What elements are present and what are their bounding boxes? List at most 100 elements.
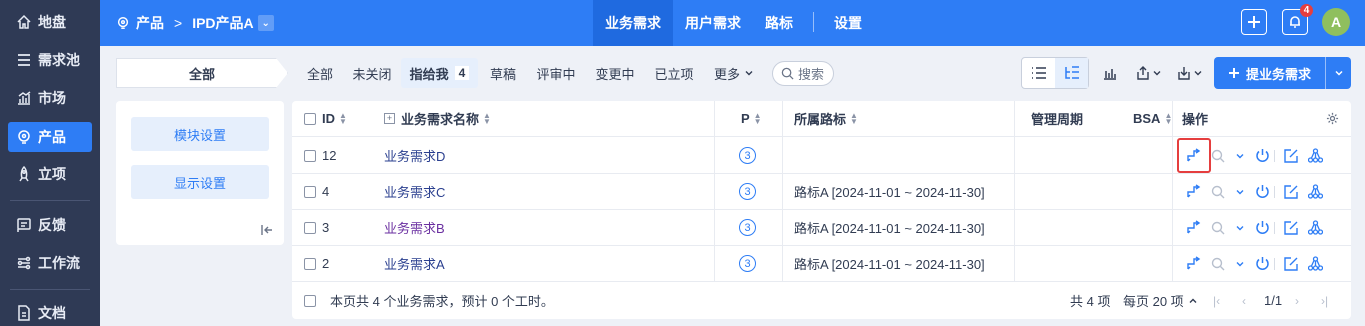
sidebar-item-docs[interactable]: 文档 (8, 298, 92, 326)
sidebar-item-workflow[interactable]: 工作流 (8, 248, 92, 278)
filter-open[interactable]: 未关闭 (347, 58, 397, 88)
search-icon[interactable] (1210, 148, 1226, 164)
filter-changing[interactable]: 变更中 (590, 58, 640, 88)
header-name[interactable]: + 业务需求名称 ▲ ▼ (384, 101, 491, 136)
header-roadmap[interactable]: 所属路标 ▲ ▼ (794, 101, 858, 136)
notifications-button[interactable]: 4 (1282, 4, 1313, 35)
per-page-select[interactable]: 每页 20 项 (1123, 291, 1198, 310)
breakdown-icon[interactable] (1307, 148, 1323, 164)
chevron-down-icon[interactable]: ⌄ (257, 15, 274, 31)
tab-roadmap[interactable]: 路标 (753, 0, 805, 46)
filter-more[interactable]: 更多 (708, 58, 760, 88)
filter-reviewing[interactable]: 评审中 (531, 58, 581, 88)
sidebar-item-project[interactable]: 立项 (8, 159, 92, 189)
header-priority[interactable]: P ▲ ▼ (741, 101, 762, 136)
requirement-link[interactable]: 业务需求B (384, 218, 445, 237)
tab-settings[interactable]: 设置 (822, 0, 874, 46)
track-icon[interactable] (1185, 256, 1201, 272)
filter-assigned-to-me[interactable]: 指给我 4 (401, 58, 478, 88)
first-page-icon[interactable]: |‹ (1213, 294, 1220, 308)
list-view-button[interactable] (1022, 58, 1055, 88)
chevron-down-icon[interactable] (1232, 148, 1248, 164)
sidebar-item-pool[interactable]: 需求池 (8, 45, 92, 75)
table-row[interactable]: 4 业务需求C 3 路标A [2024-11-01 ~ 2024-11-30] (292, 174, 1351, 210)
row-actions (1185, 246, 1323, 281)
search-button[interactable]: 搜索 (772, 61, 834, 86)
track-icon[interactable] (1185, 220, 1201, 236)
filter-approved[interactable]: 已立项 (649, 58, 699, 88)
doc-icon (18, 305, 30, 321)
home-icon (17, 14, 31, 29)
sidebar-item-product[interactable]: 产品 (8, 122, 92, 152)
track-icon[interactable] (1185, 184, 1201, 200)
avatar[interactable]: A (1322, 8, 1350, 36)
prev-page-icon[interactable]: ‹ (1242, 294, 1246, 308)
select-page-checkbox[interactable] (304, 294, 316, 307)
breakdown-icon[interactable] (1307, 220, 1323, 236)
gear-icon (1326, 112, 1339, 125)
breadcrumb-product[interactable]: 产品 (136, 13, 164, 33)
requirement-link[interactable]: 业务需求A (384, 254, 445, 273)
power-icon[interactable] (1254, 148, 1270, 164)
sidebar-item-feedback[interactable]: 反馈 (8, 210, 92, 240)
import-button[interactable] (1177, 64, 1203, 82)
edit-icon[interactable] (1283, 184, 1299, 200)
priority-badge: 3 (739, 147, 756, 164)
row-checkbox[interactable] (304, 257, 316, 270)
breakdown-icon[interactable] (1307, 184, 1323, 200)
create-dropdown-button[interactable] (1325, 57, 1351, 89)
expand-all-icon[interactable]: + (384, 113, 395, 124)
search-icon[interactable] (1210, 256, 1226, 272)
collapse-icon[interactable] (260, 223, 274, 237)
report-button[interactable] (1103, 64, 1117, 82)
row-checkbox[interactable] (304, 221, 316, 234)
next-page-icon[interactable]: › (1295, 294, 1299, 308)
table-row[interactable]: 2 业务需求A 3 路标A [2024-11-01 ~ 2024-11-30] (292, 246, 1351, 282)
header-cycle[interactable]: 管理周期 (1031, 101, 1083, 136)
priority-badge: 3 (739, 255, 756, 272)
filter-draft[interactable]: 草稿 (485, 58, 521, 88)
header-id[interactable]: ID ▲ ▼ (304, 101, 347, 136)
sort-icon: ▲ ▼ (483, 110, 491, 126)
tab-business-requirements[interactable]: 业务需求 (593, 0, 673, 46)
row-checkbox[interactable] (304, 185, 316, 198)
sort-icon: ▲ ▼ (850, 110, 858, 126)
table-row[interactable]: 3 业务需求B 3 路标A [2024-11-01 ~ 2024-11-30] (292, 210, 1351, 246)
edit-icon[interactable] (1283, 148, 1299, 164)
tab-user-requirements[interactable]: 用户需求 (673, 0, 753, 46)
row-checkbox[interactable] (304, 149, 316, 162)
display-settings-button[interactable]: 显示设置 (131, 165, 269, 199)
select-all-checkbox[interactable] (304, 112, 316, 125)
last-page-icon[interactable]: ›| (1321, 294, 1328, 308)
sidebar-item-home[interactable]: 地盘 (8, 7, 92, 37)
power-icon[interactable] (1254, 220, 1270, 236)
search-icon[interactable] (1210, 184, 1226, 200)
header-bsa[interactable]: BSA ▲ ▼ (1133, 101, 1172, 136)
filter-all[interactable]: 全部 (301, 58, 339, 88)
create-main[interactable]: 提业务需求 (1214, 57, 1325, 89)
chevron-down-icon[interactable] (1232, 184, 1248, 200)
chevron-down-icon (1194, 71, 1202, 76)
sidebar-item-market[interactable]: 市场 (8, 83, 92, 113)
edit-icon[interactable] (1283, 220, 1299, 236)
power-icon[interactable] (1254, 184, 1270, 200)
requirement-link[interactable]: 业务需求D (384, 146, 445, 165)
sort-icon: ▲ ▼ (339, 110, 347, 126)
product-icon (117, 17, 129, 29)
export-button[interactable] (1136, 64, 1162, 82)
power-icon[interactable] (1254, 256, 1270, 272)
chevron-down-icon[interactable] (1232, 220, 1248, 236)
create-button[interactable] (1241, 9, 1267, 35)
search-icon[interactable] (1210, 220, 1226, 236)
breakdown-icon[interactable] (1307, 256, 1323, 272)
tree-view-button[interactable] (1055, 58, 1088, 88)
edit-icon[interactable] (1283, 256, 1299, 272)
module-settings-button[interactable]: 模块设置 (131, 117, 269, 151)
all-category-tab[interactable]: 全部 (116, 58, 288, 88)
chevron-down-icon[interactable] (1232, 256, 1248, 272)
create-business-requirement-button[interactable]: 提业务需求 (1214, 57, 1351, 89)
column-settings-button[interactable] (1326, 101, 1339, 136)
requirement-link[interactable]: 业务需求C (384, 182, 445, 201)
page-indicator: 1/1 (1264, 293, 1283, 308)
breadcrumb-current-product[interactable]: IPD产品A (192, 13, 253, 33)
